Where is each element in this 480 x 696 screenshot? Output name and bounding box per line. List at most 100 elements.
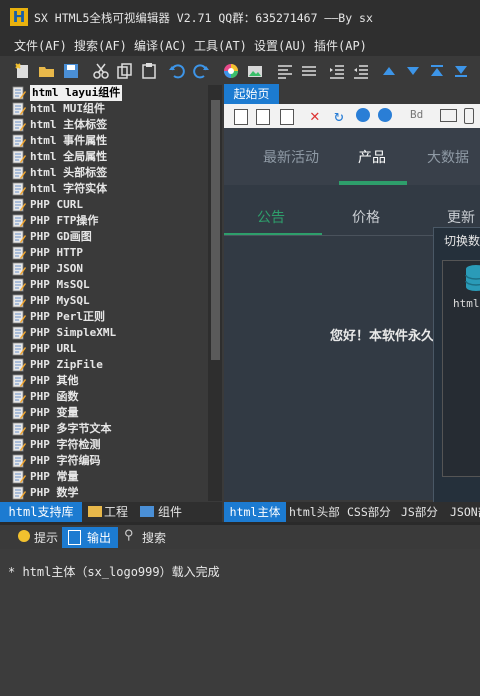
move-up-icon[interactable] xyxy=(380,62,398,80)
tree-item[interactable]: PHP 字符检测 xyxy=(10,437,210,453)
menu-plugins[interactable]: 插件(AP) xyxy=(314,37,367,54)
color-wheel-icon[interactable] xyxy=(222,62,240,80)
switch-popup-title: 切换数 xyxy=(444,234,480,248)
tree-item[interactable]: PHP GD画图 xyxy=(10,229,210,245)
move-top-icon[interactable] xyxy=(428,62,446,80)
tree-item[interactable]: PHP 数学 xyxy=(10,485,210,501)
menu-settings[interactable]: 设置(AU) xyxy=(254,37,307,54)
app-logo-icon: H xyxy=(10,8,28,26)
tree-item[interactable]: PHP Perl正则 xyxy=(10,309,210,325)
refresh-icon[interactable]: ↻ xyxy=(334,106,344,125)
document-edit-icon xyxy=(12,326,26,340)
tree-item[interactable]: PHP 多字节文本 xyxy=(10,421,210,437)
paste-icon[interactable] xyxy=(140,62,158,80)
hint-icon xyxy=(18,530,30,542)
tab-project[interactable]: 工程 xyxy=(104,502,128,522)
tree-item-label: PHP Perl正则 xyxy=(30,310,105,323)
save-page-icon[interactable] xyxy=(280,109,294,125)
document-edit-icon xyxy=(12,454,26,468)
tree-item[interactable]: PHP MySQL xyxy=(10,293,210,309)
tree-item[interactable]: html 主体标签 xyxy=(10,117,210,133)
sub-tab-price[interactable]: 价格 xyxy=(352,207,380,227)
tree-item[interactable]: PHP URL xyxy=(10,341,210,357)
nav-big-data[interactable]: 大数据 xyxy=(427,147,469,167)
tree-item-label: PHP CURL xyxy=(30,198,83,211)
tab-html-body[interactable]: html主体 xyxy=(224,502,286,522)
menu-search[interactable]: 搜索(AF) xyxy=(74,37,127,54)
open-page-icon[interactable] xyxy=(256,109,270,125)
tree-scroll-thumb[interactable] xyxy=(211,100,220,360)
tree-item[interactable]: html 头部标签 xyxy=(10,165,210,181)
tree-item[interactable]: PHP MsSQL xyxy=(10,277,210,293)
tab-json[interactable]: JSON部 xyxy=(450,502,480,522)
switch-popup-item-label[interactable]: html5 xyxy=(453,297,480,310)
align-justify-icon[interactable] xyxy=(300,62,318,80)
tab-search[interactable]: 搜索 xyxy=(142,528,166,548)
tab-css[interactable]: CSS部分 xyxy=(347,502,391,522)
tree-item[interactable]: PHP FTP操作 xyxy=(10,213,210,229)
tree-item[interactable]: html 事件属性 xyxy=(10,133,210,149)
menu-tools[interactable]: 工具(AT) xyxy=(194,37,247,54)
align-left-icon[interactable] xyxy=(276,62,294,80)
image-icon[interactable] xyxy=(246,62,264,80)
tree-item-label: PHP MsSQL xyxy=(30,278,90,291)
redo-icon[interactable] xyxy=(192,62,210,80)
document-edit-icon xyxy=(12,118,26,132)
tree-item[interactable]: html layui组件 xyxy=(10,85,210,101)
tree-item-label: PHP JSON xyxy=(30,262,83,275)
tree-item[interactable]: PHP JSON xyxy=(10,261,210,277)
tab-js[interactable]: JS部分 xyxy=(401,502,438,522)
add-file-icon[interactable] xyxy=(14,62,32,80)
desktop-view-icon[interactable] xyxy=(440,109,457,122)
switch-popup-list xyxy=(442,260,480,477)
tree-item[interactable]: PHP 字符编码 xyxy=(10,453,210,469)
main-toolbar xyxy=(0,58,480,84)
component-icon xyxy=(140,506,154,517)
outdent-icon[interactable] xyxy=(352,62,370,80)
move-down-icon[interactable] xyxy=(404,62,422,80)
tab-component[interactable]: 组件 xyxy=(158,502,182,522)
sub-tab-update[interactable]: 更新 xyxy=(447,207,475,227)
welcome-message: 您好！本软件永久 xyxy=(330,328,435,343)
open-folder-icon[interactable] xyxy=(38,62,56,80)
tree-item-label: PHP 变量 xyxy=(30,406,79,419)
save-icon[interactable] xyxy=(62,62,80,80)
tab-support-library[interactable]: html支持库 xyxy=(0,502,82,522)
tree-item[interactable]: PHP HTTP xyxy=(10,245,210,261)
back-icon[interactable] xyxy=(356,108,370,122)
database-icon[interactable] xyxy=(465,264,480,292)
tab-output[interactable]: 输出 xyxy=(87,528,111,548)
tree-item[interactable]: PHP 变量 xyxy=(10,405,210,421)
undo-icon[interactable] xyxy=(168,62,186,80)
tab-start-page[interactable]: 起始页 xyxy=(224,84,279,104)
new-page-icon[interactable] xyxy=(234,109,248,125)
cut-icon[interactable] xyxy=(92,62,110,80)
bd-button[interactable]: Bd xyxy=(410,108,423,121)
nav-latest-activity[interactable]: 最新活动 xyxy=(263,147,319,167)
panel-splitter[interactable] xyxy=(0,522,480,525)
sub-tab-announcement[interactable]: 公告 xyxy=(257,207,285,227)
tree-item-label: html layui组件 xyxy=(30,85,123,101)
move-bottom-icon[interactable] xyxy=(452,62,470,80)
tree-item[interactable]: PHP 其他 xyxy=(10,373,210,389)
tree-item[interactable]: html 字符实体 xyxy=(10,181,210,197)
tree-item[interactable]: PHP SimpleXML xyxy=(10,325,210,341)
tab-html-head[interactable]: html头部 xyxy=(289,502,340,522)
tree-item-label: html MUI组件 xyxy=(30,102,105,115)
forward-icon[interactable] xyxy=(378,108,392,122)
tab-hint[interactable]: 提示 xyxy=(34,528,58,548)
tree-item[interactable]: PHP ZipFile xyxy=(10,357,210,373)
tree-item[interactable]: PHP 常量 xyxy=(10,469,210,485)
mobile-view-icon[interactable] xyxy=(464,108,474,124)
tree-item[interactable]: PHP CURL xyxy=(10,197,210,213)
tree-item[interactable]: PHP 函数 xyxy=(10,389,210,405)
tree-item[interactable]: html MUI组件 xyxy=(10,101,210,117)
indent-icon[interactable] xyxy=(328,62,346,80)
copy-icon[interactable] xyxy=(116,62,134,80)
code-section-tabs: html主体 html头部 CSS部分 JS部分 JSON部 xyxy=(224,502,480,522)
nav-product[interactable]: 产品 xyxy=(358,147,386,167)
menu-compile[interactable]: 编译(AC) xyxy=(134,37,187,54)
tree-item[interactable]: html 全局属性 xyxy=(10,149,210,165)
menu-file[interactable]: 文件(AF) xyxy=(14,37,67,54)
close-icon[interactable]: ✕ xyxy=(310,106,320,125)
